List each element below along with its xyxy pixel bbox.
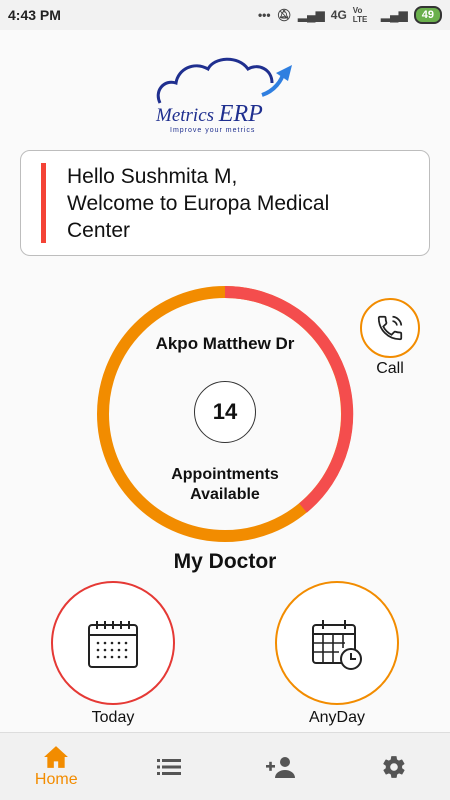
nav-list[interactable]: [113, 733, 226, 800]
call-label: Call: [376, 360, 404, 377]
nav-add-contact[interactable]: [225, 733, 338, 800]
bottom-navigation: Home: [0, 732, 450, 800]
appointments-label-line2: Available: [190, 486, 260, 503]
dots-icon: •••: [257, 8, 271, 22]
gear-icon: [383, 755, 405, 778]
volte-badge: Vo LTE: [352, 6, 368, 24]
mute-icon: 🔕︎: [276, 8, 292, 22]
appointments-label: Appointments Available: [95, 465, 355, 505]
add-contact-icon: [266, 756, 296, 778]
status-time: 4:43 PM: [8, 7, 61, 23]
doctor-name: Akpo Matthew Dr: [155, 334, 295, 353]
my-doctor-title: My Doctor: [173, 550, 277, 573]
metrics-erp-logo: Metrics ERP Improve your metrics: [150, 55, 310, 135]
today-button[interactable]: [51, 581, 175, 705]
logo-prefix: Metrics: [155, 105, 214, 126]
call-button[interactable]: [360, 298, 420, 358]
list-icon: [156, 758, 181, 775]
greeting-line-3: Center: [67, 219, 131, 242]
today-label: Today: [91, 709, 135, 726]
status-icons: ••• 🔕︎ ▂▄▆ 4G Vo LTE ▂▄▆ 49: [258, 6, 442, 24]
nav-home[interactable]: Home: [0, 733, 113, 800]
greeting-card: Hello Sushmita M, Welcome to Europa Medi…: [20, 150, 430, 256]
greeting-line-2: Welcome to Europa Medical: [67, 192, 330, 215]
doctor-appointments-ring[interactable]: Akpo Matthew Dr 14 Appointments Availabl…: [95, 284, 355, 544]
battery-indicator: 49: [413, 6, 442, 24]
logo-suffix: ERP: [218, 101, 263, 127]
cloud-logo-icon: Metrics ERP Improve your metrics: [155, 57, 292, 134]
nav-home-label: Home: [34, 770, 78, 788]
network-type: 4G: [330, 8, 347, 22]
nav-settings[interactable]: [338, 733, 450, 800]
calendar-clock-icon: [312, 620, 362, 670]
home-icon: [44, 745, 69, 768]
phone-icon: [377, 315, 403, 341]
anyday-label: AnyDay: [308, 709, 366, 726]
greeting-text: Hello Sushmita M, Welcome to Europa Medi…: [67, 163, 329, 244]
status-bar: 4:43 PM ••• 🔕︎ ▂▄▆ 4G Vo LTE ▂▄▆ 49: [0, 0, 450, 30]
greeting-line-1: Hello Sushmita M,: [67, 165, 238, 188]
appointments-count: 14: [194, 381, 256, 443]
wifi-icon: ▂▄▆: [380, 8, 408, 22]
calendar-icon: [88, 621, 138, 668]
signal-icon: ▂▄▆: [297, 8, 325, 22]
anyday-button[interactable]: [275, 581, 399, 705]
greeting-accent-bar: [41, 163, 46, 243]
appointments-label-line1: Appointments: [171, 466, 279, 483]
svg-text:Metrics ERP: Metrics ERP: [155, 101, 263, 127]
logo-tagline: Improve your metrics: [170, 127, 255, 134]
